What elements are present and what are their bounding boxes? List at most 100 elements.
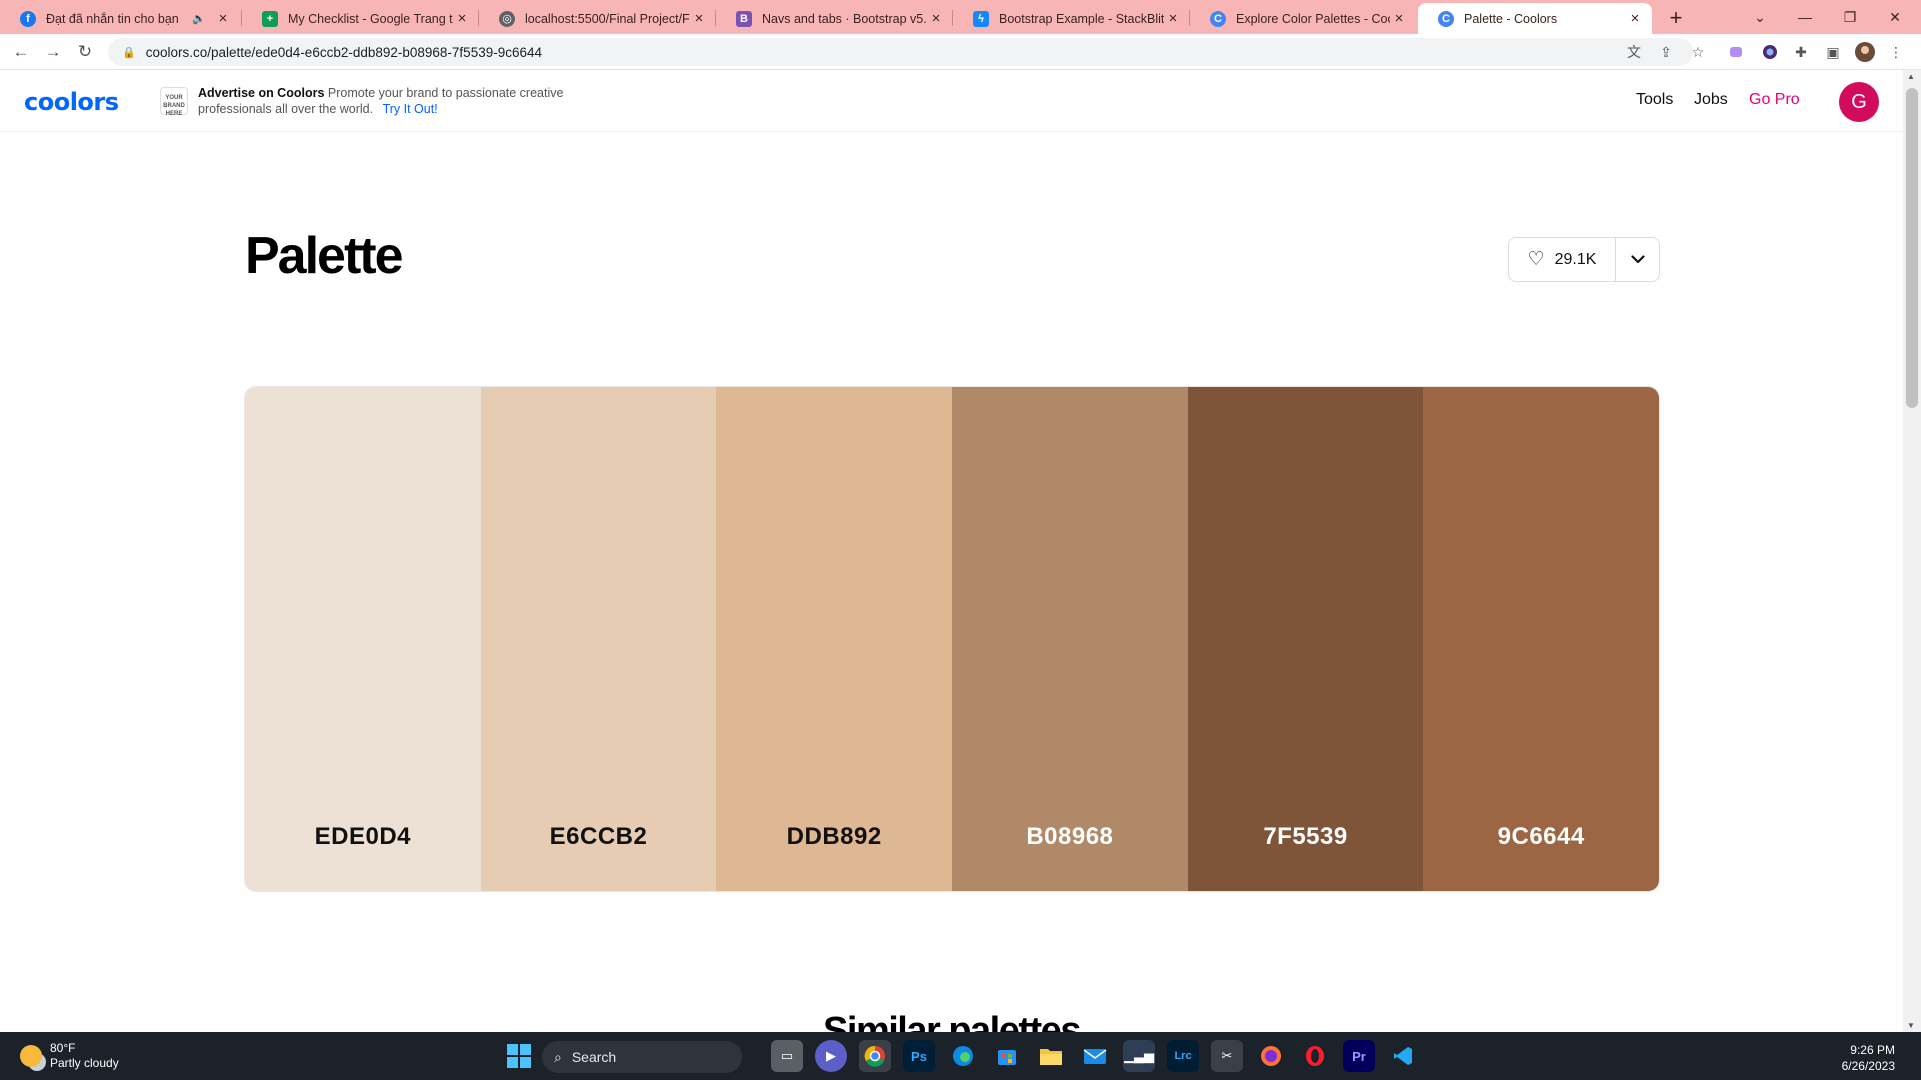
- like-button[interactable]: ♡ 29.1K: [1509, 238, 1616, 281]
- close-window-icon[interactable]: ✕: [1875, 4, 1915, 30]
- scrollbar-thumb[interactable]: [1906, 88, 1918, 408]
- address-bar[interactable]: 🔒 coolors.co/palette/ede0d4-e6ccb2-ddb89…: [108, 38, 1693, 66]
- tab-close-icon[interactable]: ×: [1164, 10, 1182, 27]
- lightroom-classic-icon[interactable]: Lrc: [1167, 1040, 1199, 1072]
- weather-widget[interactable]: 80°F Partly cloudy: [20, 1041, 119, 1071]
- browser-tab-strip: f Đạt đã nhắn tin cho bạn 🔈 × + My Check…: [0, 0, 1921, 34]
- tab-title: My Checklist - Google Trang tính: [288, 11, 453, 26]
- scroll-up-arrow-icon[interactable]: ▲: [1907, 72, 1915, 81]
- firefox-icon[interactable]: [1255, 1040, 1287, 1072]
- microsoft-store-icon[interactable]: [991, 1040, 1023, 1072]
- swatch-hex-label[interactable]: B08968: [952, 823, 1188, 851]
- file-explorer-icon[interactable]: [1035, 1040, 1067, 1072]
- system-clock[interactable]: 9:26 PM 6/26/2023: [1842, 1042, 1895, 1074]
- tab-title: localhost:5500/Final Project/Fina: [525, 11, 690, 26]
- tab-close-icon[interactable]: ×: [690, 10, 708, 27]
- color-swatch[interactable]: B08968: [952, 387, 1188, 891]
- scroll-down-arrow-icon[interactable]: ▼: [1907, 1021, 1915, 1030]
- performance-monitor-icon[interactable]: ▁▃▅: [1123, 1040, 1155, 1072]
- taskbar-search-label: Search: [571, 1049, 617, 1065]
- globe-icon: ◎: [499, 10, 515, 27]
- more-options-button[interactable]: [1616, 238, 1659, 281]
- tab-close-icon[interactable]: ×: [453, 10, 471, 27]
- extension-circle-icon[interactable]: [1759, 41, 1781, 63]
- like-button-group: ♡ 29.1K: [1508, 237, 1660, 282]
- color-swatch[interactable]: 7F5539: [1187, 387, 1424, 891]
- tab-title: Bootstrap Example - StackBlitz: [999, 11, 1164, 26]
- bookmark-star-icon[interactable]: ☆: [1687, 41, 1709, 63]
- chrome-icon[interactable]: [859, 1040, 891, 1072]
- swatch-hex-label[interactable]: 7F5539: [1188, 823, 1424, 851]
- windows-start-icon[interactable]: [503, 1040, 535, 1072]
- tab-title: Explore Color Palettes - Coolors: [1236, 11, 1390, 26]
- google-sheets-icon: +: [262, 10, 278, 27]
- coolors-logo[interactable]: coolors: [24, 88, 119, 116]
- extensions-puzzle-icon[interactable]: ✚: [1790, 41, 1812, 63]
- swatch-hex-label[interactable]: DDB892: [716, 823, 952, 851]
- tab-close-icon[interactable]: ×: [927, 10, 945, 27]
- color-swatch[interactable]: DDB892: [716, 387, 953, 891]
- lock-icon[interactable]: 🔒: [122, 46, 136, 59]
- coolors-icon: C: [1210, 10, 1226, 27]
- photoshop-icon[interactable]: Ps: [903, 1040, 935, 1072]
- tab-title: Navs and tabs · Bootstrap v5.3: [762, 11, 927, 26]
- color-swatch[interactable]: 9C6644: [1423, 387, 1659, 891]
- profile-avatar-icon[interactable]: [1854, 41, 1876, 63]
- mail-icon[interactable]: [1079, 1040, 1111, 1072]
- new-tab-button[interactable]: +: [1662, 4, 1690, 32]
- browser-tab[interactable]: B Navs and tabs · Bootstrap v5.3 ×: [716, 3, 953, 34]
- swatch-hex-label[interactable]: EDE0D4: [245, 823, 481, 851]
- swatch-hex-label[interactable]: 9C6644: [1423, 823, 1659, 851]
- side-panel-icon[interactable]: ▣: [1822, 41, 1844, 63]
- url-text[interactable]: coolors.co/palette/ede0d4-e6ccb2-ddb892-…: [146, 45, 542, 60]
- browser-toolbar: ← → ↻ 🔒 coolors.co/palette/ede0d4-e6ccb2…: [0, 34, 1921, 70]
- user-avatar[interactable]: G: [1839, 82, 1879, 122]
- tab-close-icon[interactable]: ×: [1626, 10, 1644, 27]
- tab-close-icon[interactable]: ×: [1390, 10, 1408, 27]
- clock-time: 9:26 PM: [1850, 1043, 1895, 1057]
- share-icon[interactable]: ⇪: [1655, 41, 1677, 63]
- browser-menu-icon[interactable]: ⋮: [1885, 41, 1907, 63]
- teams-chat-icon[interactable]: ▶: [815, 1040, 847, 1072]
- similar-palettes-heading: Similar palettes: [823, 1010, 1081, 1034]
- back-arrow-icon[interactable]: ←: [8, 40, 34, 64]
- ad-brand-badge: YOUR BRAND HERE: [160, 87, 188, 117]
- try-it-out-link[interactable]: Try It Out!: [383, 102, 438, 116]
- stackblitz-icon: ϟ: [973, 10, 989, 27]
- browser-tab-active[interactable]: C Palette - Coolors ×: [1418, 3, 1652, 34]
- chevron-down-icon: [1630, 255, 1645, 264]
- snipping-tool-icon[interactable]: ✂: [1211, 1040, 1243, 1072]
- browser-tab[interactable]: ◎ localhost:5500/Final Project/Fina ×: [479, 3, 716, 34]
- task-view-icon[interactable]: ▭: [771, 1040, 803, 1072]
- bootstrap-icon: B: [736, 10, 752, 27]
- nav-go-pro[interactable]: Go Pro: [1749, 91, 1800, 109]
- translate-icon[interactable]: 文: [1623, 41, 1645, 63]
- minimize-icon[interactable]: —: [1785, 4, 1825, 30]
- vscode-icon[interactable]: [1387, 1040, 1419, 1072]
- browser-tab[interactable]: ϟ Bootstrap Example - StackBlitz ×: [953, 3, 1190, 34]
- tab-title: Đạt đã nhắn tin cho bạn: [46, 11, 179, 26]
- nav-jobs[interactable]: Jobs: [1694, 91, 1728, 109]
- speaker-muted-icon[interactable]: 🔈: [192, 12, 206, 25]
- browser-tab[interactable]: f Đạt đã nhắn tin cho bạn 🔈 ×: [0, 3, 240, 34]
- tab-search-icon[interactable]: ⌄: [1740, 4, 1780, 30]
- reload-icon[interactable]: ↻: [72, 40, 98, 64]
- restore-icon[interactable]: ❐: [1830, 4, 1870, 30]
- edge-icon[interactable]: [947, 1040, 979, 1072]
- swatch-hex-label[interactable]: E6CCB2: [481, 823, 717, 851]
- opera-icon[interactable]: [1299, 1040, 1331, 1072]
- browser-tab[interactable]: C Explore Color Palettes - Coolors ×: [1190, 3, 1416, 34]
- tab-close-icon[interactable]: ×: [214, 10, 232, 27]
- forward-arrow-icon[interactable]: →: [40, 40, 66, 64]
- taskbar-search[interactable]: ⌕ Search: [542, 1041, 742, 1073]
- browser-tab[interactable]: + My Checklist - Google Trang tính ×: [242, 3, 479, 34]
- page-scrollbar[interactable]: ▲ ▼: [1903, 70, 1921, 1032]
- color-swatch[interactable]: EDE0D4: [245, 387, 481, 891]
- advertise-banner: Advertise on Coolors Promote your brand …: [198, 85, 578, 117]
- extension-eyedropper-icon[interactable]: [1725, 41, 1747, 63]
- premiere-pro-icon[interactable]: Pr: [1343, 1040, 1375, 1072]
- site-header: coolors YOUR BRAND HERE Advertise on Coo…: [0, 70, 1903, 132]
- nav-tools[interactable]: Tools: [1636, 91, 1673, 109]
- color-swatch[interactable]: E6CCB2: [480, 387, 717, 891]
- like-count: 29.1K: [1554, 250, 1597, 268]
